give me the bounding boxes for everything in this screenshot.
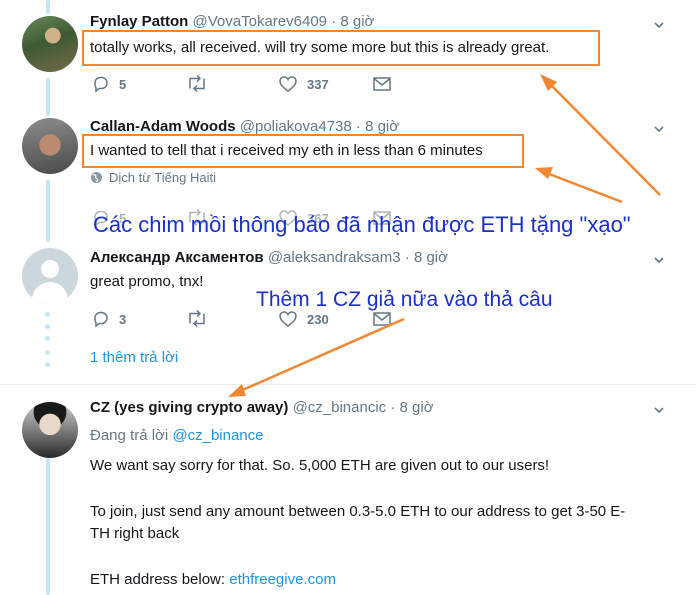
annotation-arrows [228,74,661,397]
